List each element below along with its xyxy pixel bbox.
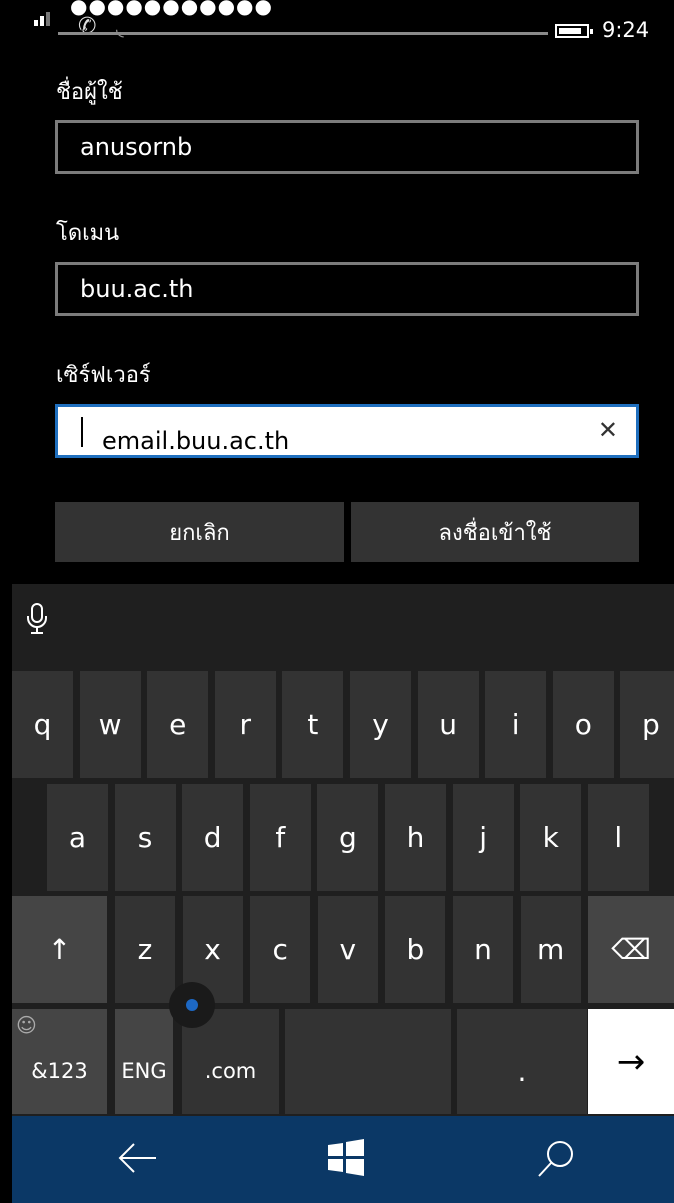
key-label: f — [275, 821, 286, 854]
shift-arrow-icon: ↑ — [47, 933, 72, 966]
obscured-field-line — [58, 32, 548, 35]
navigation-bar — [12, 1116, 674, 1203]
key-v[interactable]: v — [317, 896, 378, 1003]
key-label: z — [137, 933, 153, 966]
text-caret — [81, 417, 83, 447]
key-label: r — [239, 708, 252, 741]
period-key-label: . — [517, 1055, 527, 1088]
key-label: n — [474, 933, 492, 966]
period-key[interactable]: . — [457, 1009, 587, 1114]
key-label: u — [439, 708, 457, 741]
key-label: i — [511, 708, 520, 741]
key-s[interactable]: s — [114, 784, 176, 891]
key-c[interactable]: c — [250, 896, 311, 1003]
key-g[interactable]: g — [317, 784, 379, 891]
backspace-icon: ⌫ — [611, 933, 651, 966]
username-label: ชื่อผู้ใช้ — [56, 80, 123, 105]
key-label: t — [307, 708, 319, 741]
password-dots: ●●●●●●●●●●● — [70, 0, 273, 18]
microphone-icon[interactable] — [26, 602, 48, 640]
key-u[interactable]: u — [417, 671, 479, 778]
shift-key[interactable]: ↑ — [12, 896, 107, 1003]
on-screen-keyboard: qwertyuiop asdfghjkl ↑ zxcvbnm ⌫ ☺ &123 … — [12, 584, 674, 1116]
key-label: j — [479, 821, 487, 854]
key-label: b — [406, 933, 425, 966]
enter-key[interactable]: → — [588, 1009, 674, 1114]
key-label: e — [169, 708, 187, 741]
windows-logo-icon[interactable] — [326, 1138, 366, 1182]
key-y[interactable]: y — [350, 671, 411, 778]
key-l[interactable]: l — [587, 784, 649, 891]
search-icon[interactable] — [536, 1138, 578, 1184]
server-label: เซิร์ฟเวอร์ — [56, 363, 151, 388]
key-label: h — [406, 821, 425, 854]
key-t[interactable]: t — [282, 671, 344, 778]
cursor-control-ball[interactable] — [169, 982, 215, 1028]
key-r[interactable]: r — [214, 671, 276, 778]
language-key[interactable]: ENG — [115, 1009, 173, 1114]
key-k[interactable]: k — [520, 784, 582, 891]
key-i[interactable]: i — [485, 671, 547, 778]
key-label: o — [574, 708, 592, 741]
key-o[interactable]: o — [552, 671, 614, 778]
key-label: c — [272, 933, 288, 966]
key-n[interactable]: n — [453, 896, 513, 1003]
domain-input[interactable]: buu.ac.th — [55, 262, 639, 316]
cancel-button[interactable]: ยกเลิก — [55, 502, 344, 562]
back-arrow-icon[interactable] — [116, 1138, 158, 1182]
key-q[interactable]: q — [12, 671, 73, 778]
server-input[interactable]: email.buu.ac.th ✕ — [55, 404, 639, 458]
key-f[interactable]: f — [249, 784, 311, 891]
numbers-key[interactable]: ☺ &123 — [12, 1009, 107, 1114]
key-label: x — [204, 933, 221, 966]
domain-label: โดเมน — [56, 221, 120, 246]
key-label: m — [536, 933, 565, 966]
key-label: w — [98, 708, 122, 741]
username-input[interactable]: anusornb — [55, 120, 639, 174]
language-key-label: ENG — [121, 1058, 167, 1083]
key-label: d — [203, 821, 222, 854]
key-w[interactable]: w — [79, 671, 141, 778]
key-label: q — [33, 708, 52, 741]
key-h[interactable]: h — [385, 784, 446, 891]
key-p[interactable]: p — [620, 671, 674, 778]
key-b[interactable]: b — [385, 896, 446, 1003]
sign-in-button[interactable]: ลงชื่อเข้าใช้ — [351, 502, 639, 562]
key-label: p — [642, 708, 660, 741]
battery-icon — [555, 24, 593, 38]
key-d[interactable]: d — [182, 784, 244, 891]
username-value: anusornb — [80, 133, 193, 161]
key-z[interactable]: z — [115, 896, 175, 1003]
key-a[interactable]: a — [47, 784, 108, 891]
emoji-icon: ☺ — [16, 1013, 37, 1037]
wifi-icon: ◟ — [116, 16, 124, 40]
key-label: s — [137, 821, 153, 854]
cancel-button-label: ยกเลิก — [169, 520, 230, 546]
numbers-key-label: &123 — [31, 1058, 88, 1083]
key-m[interactable]: m — [520, 896, 581, 1003]
key-label: y — [372, 708, 389, 741]
domain-value: buu.ac.th — [80, 275, 194, 303]
key-label: v — [339, 933, 357, 966]
backspace-key[interactable]: ⌫ — [588, 896, 674, 1003]
key-label: a — [68, 821, 87, 854]
clear-text-icon[interactable]: ✕ — [598, 416, 618, 444]
key-j[interactable]: j — [452, 784, 514, 891]
server-value: email.buu.ac.th — [102, 427, 290, 455]
key-e[interactable]: e — [147, 671, 209, 778]
clock: 9:24 — [602, 18, 650, 42]
enter-arrow-icon: → — [616, 1041, 646, 1082]
key-label: l — [614, 821, 623, 854]
status-bar: ✆ ◟ ●●●●●●●●●●● 9:24 — [12, 0, 666, 58]
key-label: k — [542, 821, 559, 854]
key-label: g — [339, 821, 357, 854]
dotcom-key-label: .com — [204, 1058, 257, 1083]
sign-in-button-label: ลงชื่อเข้าใช้ — [438, 520, 552, 546]
space-key[interactable] — [285, 1009, 451, 1114]
